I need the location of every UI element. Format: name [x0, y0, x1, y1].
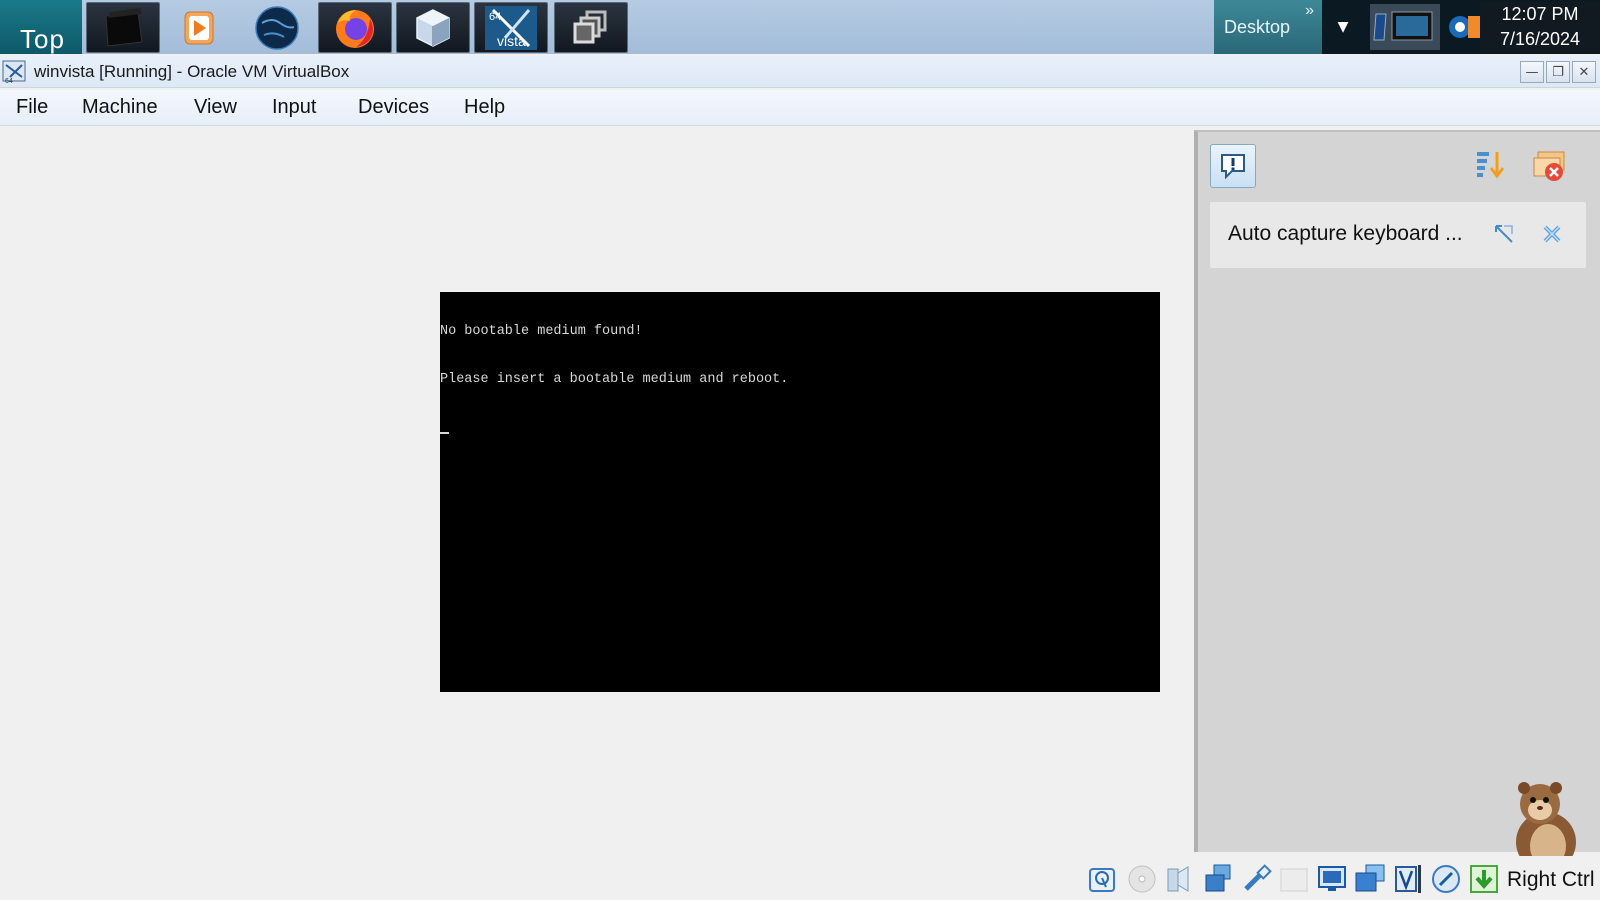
minimize-icon: —: [1525, 64, 1539, 80]
recording-icon[interactable]: [1354, 863, 1386, 895]
notification-center-toggle-button[interactable]: [1210, 144, 1256, 188]
vista-caption: vista: [497, 33, 526, 49]
close-notification-icon[interactable]: [1540, 222, 1564, 246]
menu-devices[interactable]: Devices: [358, 96, 429, 119]
taskbar-app-firefox[interactable]: [318, 2, 392, 53]
optical-drive-icon[interactable]: [1126, 863, 1158, 895]
audio-icon[interactable]: [1164, 863, 1196, 895]
network-icon[interactable]: [1202, 863, 1234, 895]
sort-down-icon: [1477, 152, 1505, 179]
taskbar-app-vista[interactable]: 64 vista: [474, 2, 548, 53]
chevron-right-icon: »: [1305, 2, 1314, 19]
window-title: winvista [Running] - Oracle VM VirtualBo…: [34, 62, 350, 81]
cpu-virtualization-icon[interactable]: [1392, 863, 1424, 895]
taskbar-app-globe[interactable]: [240, 2, 314, 53]
svg-text:64: 64: [5, 78, 13, 85]
restore-button[interactable]: ❐: [1546, 61, 1570, 83]
menu-file[interactable]: File: [16, 96, 48, 119]
keyboard-capture-icon[interactable]: [1468, 863, 1500, 895]
outlook-icon[interactable]: [1448, 10, 1480, 44]
close-button[interactable]: ✕: [1572, 61, 1596, 83]
vm-guest-screen[interactable]: No bootable medium found! Please insert …: [440, 292, 1160, 692]
boot-error-line-2: Please insert a bootable medium and rebo…: [440, 372, 789, 387]
taskbar-app-media-player[interactable]: [162, 2, 236, 53]
hard-disk-icon[interactable]: [1086, 863, 1118, 895]
virtualbox-icon: [416, 8, 450, 47]
close-all-notifications-button[interactable]: [1526, 144, 1572, 188]
mouse-pointer-help-icon[interactable]: [1492, 222, 1516, 246]
clock-time: 12:07 PM: [1501, 4, 1579, 24]
text-cursor: [440, 432, 449, 434]
taskbar-clock[interactable]: 12:07 PM 7/16/2024: [1480, 2, 1600, 54]
globe-icon: [255, 5, 299, 50]
remote-desktop-icon[interactable]: [1370, 4, 1440, 50]
sort-notifications-button[interactable]: [1468, 144, 1514, 188]
desktop-label: Desktop: [1224, 17, 1291, 37]
menu-input[interactable]: Input: [272, 96, 316, 119]
dark-window-icon: [105, 7, 143, 47]
media-player-icon: [184, 11, 214, 44]
status-bar: Right Ctrl: [0, 856, 1600, 900]
exclamation-bubble-icon: [1221, 154, 1245, 180]
stacked-windows-icon: [573, 10, 607, 43]
window-titlebar[interactable]: 64 winvista [Running] - Oracle VM Virtua…: [0, 56, 1600, 88]
mouse-integration-icon[interactable]: [1430, 863, 1462, 895]
close-icon: ✕: [1578, 64, 1590, 80]
firefox-icon: [336, 9, 374, 48]
usb-icon[interactable]: [1240, 863, 1272, 895]
host-key-label: Right Ctrl: [1507, 868, 1595, 891]
vista-64-icon: 64 vista: [485, 5, 537, 50]
boot-error-line-1: No bootable medium found!: [440, 324, 643, 339]
clock-date: 7/16/2024: [1499, 29, 1581, 49]
notification-card: Auto capture keyboard ...: [1210, 202, 1586, 268]
taskbar: Top 64 vista Desktop » ▼ 12:07 PM 7/16/2…: [0, 0, 1600, 54]
shared-folders-icon[interactable]: [1278, 863, 1310, 895]
menu-machine[interactable]: Machine: [82, 96, 158, 119]
notification-message: Auto capture keyboard ...: [1228, 222, 1463, 245]
virtualbox-vm-icon: 64: [2, 60, 26, 85]
desktop-button[interactable]: Desktop »: [1214, 0, 1322, 54]
caret-down-icon: ▼: [1337, 19, 1349, 35]
taskbar-dropdown-button[interactable]: ▼: [1322, 0, 1364, 54]
notification-center: Auto capture keyboard ...: [1194, 130, 1600, 852]
menu-view[interactable]: View: [194, 96, 237, 119]
display-icon[interactable]: [1316, 863, 1348, 895]
start-button[interactable]: Top: [0, 0, 82, 54]
taskbar-app-virtualbox[interactable]: [396, 2, 470, 53]
taskbar-app-dark-window[interactable]: [86, 2, 160, 53]
menu-help[interactable]: Help: [464, 96, 505, 119]
taskbar-app-stacked-windows[interactable]: [554, 2, 628, 53]
vista-badge: 64: [489, 11, 501, 23]
close-all-icon: [1533, 151, 1565, 181]
restore-icon: ❐: [1552, 64, 1564, 80]
menu-bar: File Machine View Input Devices Help: [0, 90, 1600, 126]
start-label: Top: [20, 24, 65, 54]
minimize-button[interactable]: —: [1520, 61, 1544, 83]
